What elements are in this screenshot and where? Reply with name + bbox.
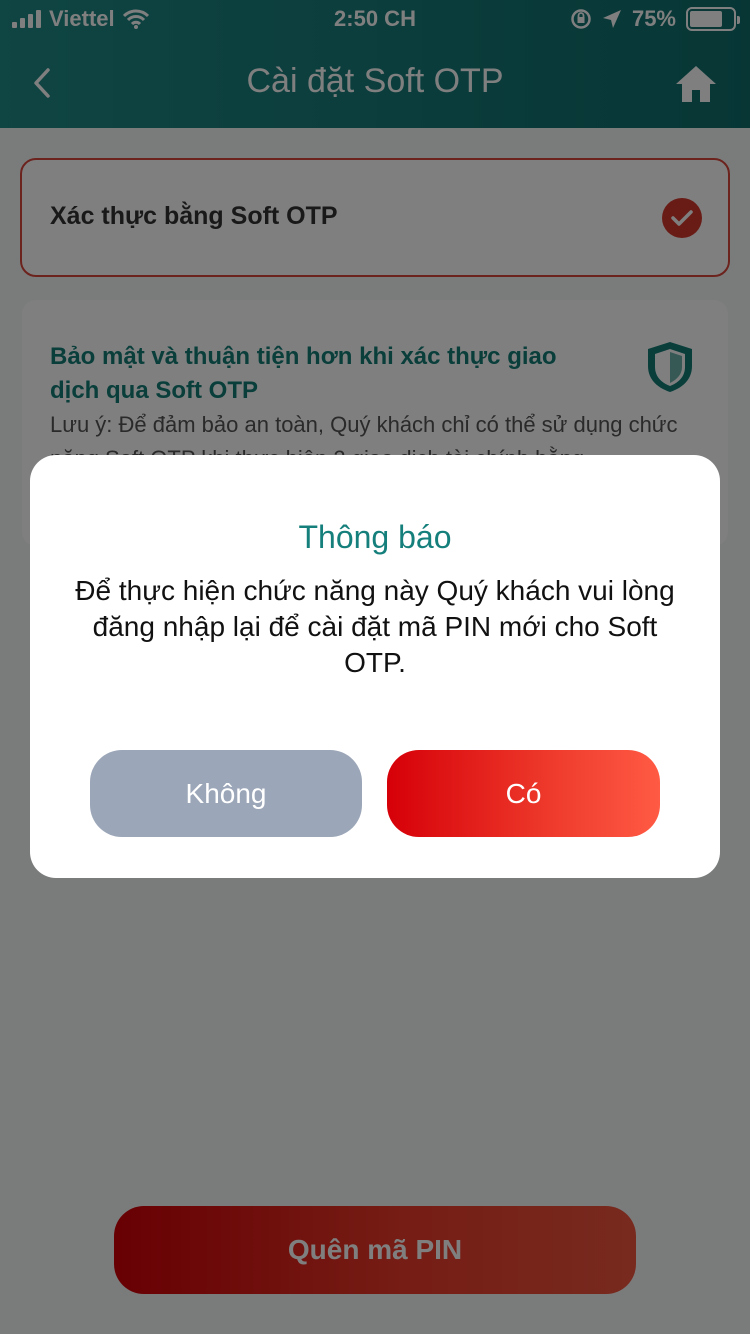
yes-button[interactable]: Có (387, 750, 660, 837)
dialog-title: Thông báo (298, 519, 452, 555)
no-button[interactable]: Không (90, 750, 362, 837)
dialog-message: Để thực hiện chức năng này Quý khách vui… (75, 575, 675, 678)
notification-dialog: Thông báo Để thực hiện chức năng này Quý… (30, 455, 720, 878)
